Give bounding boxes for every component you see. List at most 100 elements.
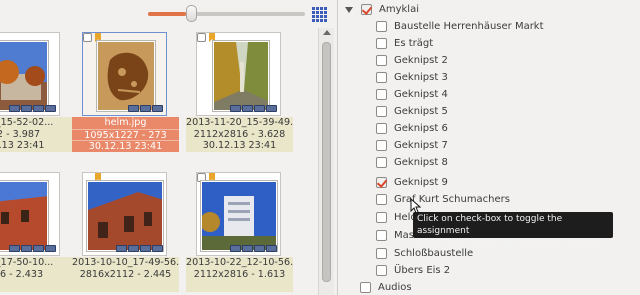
tag-checkbox[interactable] xyxy=(376,38,387,49)
scrollbar-thumb[interactable] xyxy=(322,42,331,282)
scroll-up-arrow-icon[interactable] xyxy=(323,30,331,35)
tag-checkbox[interactable] xyxy=(376,212,387,223)
gps-badge-icon xyxy=(230,245,241,252)
exif-badge-icon xyxy=(45,245,56,252)
tag-label: Baustelle Herrenhäuser Markt xyxy=(394,21,544,32)
thumbnail-filename: 2013-11-20_15-39-49... xyxy=(186,117,293,128)
tag-label: Geknipst 5 xyxy=(394,106,448,117)
thumbnail-item[interactable]: 24_15-52-02... 2 - 3.987 2.13 23:41 xyxy=(0,28,72,153)
tag-checkbox[interactable] xyxy=(376,72,387,83)
thumbnail-frame xyxy=(82,172,167,256)
tag-checkbox[interactable] xyxy=(376,140,387,151)
grid-view-icon[interactable] xyxy=(312,7,327,22)
tree-row-parent[interactable]: Amyklai xyxy=(338,1,640,18)
tag-checkbox[interactable] xyxy=(361,4,372,15)
gps-badge-icon xyxy=(128,105,139,112)
metadata-badges xyxy=(116,245,163,252)
tag-checkbox[interactable] xyxy=(376,55,387,66)
thumbnail-checkbox[interactable] xyxy=(83,33,92,42)
tag-label: Geknipst 3 xyxy=(394,72,448,83)
tag-checkbox[interactable] xyxy=(360,282,371,293)
thumbnail-filename: 24_15-52-02... xyxy=(0,117,54,128)
tree-row-child[interactable]: Übers Eis 2 xyxy=(338,262,640,279)
thumbnail-item[interactable]: 2013-10-22_12-10-56... 2112x2816 - 1.613 xyxy=(186,168,293,293)
thumbnail-date: 30.12.13 23:41 xyxy=(72,140,179,152)
tree-row-child[interactable]: Baustelle Herrenhäuser Markt xyxy=(338,18,640,35)
photo-leaf-mask xyxy=(97,41,155,111)
iptc-badge-icon xyxy=(254,105,265,112)
thumbnail-date xyxy=(186,280,293,292)
thumbnail-date xyxy=(72,280,179,292)
exif-badge-icon xyxy=(152,105,163,112)
tag-label: Amyklai xyxy=(379,4,419,15)
iptc-badge-icon xyxy=(140,245,151,252)
tree-row-child[interactable]: Geknipst 5 xyxy=(338,103,640,120)
thumbnail-dimensions: 16 - 2.433 xyxy=(0,268,44,280)
photo-brick-facade xyxy=(0,181,48,251)
tag-checkbox[interactable] xyxy=(376,21,387,32)
tree-row-child[interactable]: Geknipst 2 xyxy=(338,52,640,69)
tag-label: Audios xyxy=(378,282,412,293)
xmp-badge-icon xyxy=(21,105,32,112)
thumbnail-item[interactable]: 2013-11-20_15-39-49... 2112x2816 - 3.628… xyxy=(186,28,293,153)
thumbnail-info: 24_15-52-02... 2 - 3.987 2.13 23:41 xyxy=(0,117,72,152)
tag-label: Übers Eis 2 xyxy=(394,265,451,276)
tag-label: Geknipst 8 xyxy=(394,157,448,168)
thumbnail-frame xyxy=(196,32,281,116)
tag-label: Schloßbaustelle xyxy=(394,248,474,259)
tag-checkbox[interactable] xyxy=(376,89,387,100)
expand-arrow-icon[interactable] xyxy=(345,6,353,13)
tree-row-sibling[interactable]: Audios xyxy=(338,279,640,295)
zoom-slider-handle[interactable] xyxy=(186,5,197,22)
thumbnail-dimensions: 1095x1227 - 273 xyxy=(72,128,179,140)
tree-row-child[interactable]: Es trägt xyxy=(338,35,640,52)
tooltip-line-1: Click on check-box to toggle the assignm… xyxy=(417,214,563,236)
tree-row-child[interactable]: Geknipst 8 xyxy=(338,154,640,171)
thumbnail-item[interactable]: 2013-10-10_17-49-56... 2816x2112 - 2.445 xyxy=(72,168,179,293)
tree-row-child[interactable]: Graf Kurt Schumachers xyxy=(338,191,640,208)
tag-label: Geknipst 6 xyxy=(394,123,448,134)
tag-label: Es trägt xyxy=(394,38,434,49)
xmp-badge-icon xyxy=(242,105,253,112)
thumbnail-frame xyxy=(0,32,60,116)
tag-checkbox[interactable] xyxy=(376,157,387,168)
thumbnail-filename: helm.jpg xyxy=(104,117,147,128)
thumbnail-frame xyxy=(0,172,60,256)
exif-badge-icon xyxy=(45,105,56,112)
thumbnail-info: 10_17-50-10... 16 - 2.433 xyxy=(0,257,72,292)
tag-checkbox[interactable] xyxy=(376,177,387,188)
gps-badge-icon xyxy=(9,105,20,112)
thumbnail-item-selected[interactable]: helm.jpg 1095x1227 - 273 30.12.13 23:41 xyxy=(72,28,179,153)
tag-label: Geknipst 2 xyxy=(394,55,448,66)
metadata-badges xyxy=(128,105,163,112)
tag-tree-panel: Amyklai Baustelle Herrenhäuser Markt Es … xyxy=(337,0,640,295)
tooltip: Click on check-box to toggle the assignm… xyxy=(413,212,613,248)
thumbnail-scrollbar[interactable] xyxy=(318,28,334,295)
tree-row-child[interactable]: Geknipst 3 xyxy=(338,69,640,86)
thumbnail-frame xyxy=(82,32,167,116)
thumbnail-filename: 2013-10-10_17-49-56... xyxy=(72,257,179,268)
thumbnail-info: 2013-10-10_17-49-56... 2816x2112 - 2.445 xyxy=(72,257,179,292)
zoom-slider[interactable] xyxy=(148,12,305,16)
tag-checkbox[interactable] xyxy=(376,265,387,276)
metadata-badges xyxy=(9,245,56,252)
tag-checkbox[interactable] xyxy=(376,106,387,117)
tag-checkbox[interactable] xyxy=(376,248,387,259)
tree-row-child[interactable]: Geknipst 9 xyxy=(338,174,640,191)
iptc-badge-icon xyxy=(33,105,44,112)
thumbnail-toolbar xyxy=(0,0,334,28)
tree-row-child[interactable]: Geknipst 7 xyxy=(338,137,640,154)
tree-row-child[interactable]: Geknipst 6 xyxy=(338,120,640,137)
tag-checkbox[interactable] xyxy=(376,230,387,241)
thumbnail-dimensions: 2112x2816 - 1.613 xyxy=(193,268,286,280)
tag-checkbox[interactable] xyxy=(376,194,387,205)
iptc-badge-icon xyxy=(140,105,151,112)
tree-row-child[interactable]: Geknipst 4 xyxy=(338,86,640,103)
tag-checkbox[interactable] xyxy=(376,123,387,134)
thumbnail-item[interactable]: 10_17-50-10... 16 - 2.433 xyxy=(0,168,72,293)
gps-badge-icon xyxy=(116,245,127,252)
tag-label: Geknipst 9 xyxy=(394,177,448,188)
tooltip-line-2: Right Click for pop-up menu with actions… xyxy=(417,238,604,248)
exif-badge-icon xyxy=(152,245,163,252)
thumbnail-checkbox[interactable] xyxy=(197,33,206,42)
